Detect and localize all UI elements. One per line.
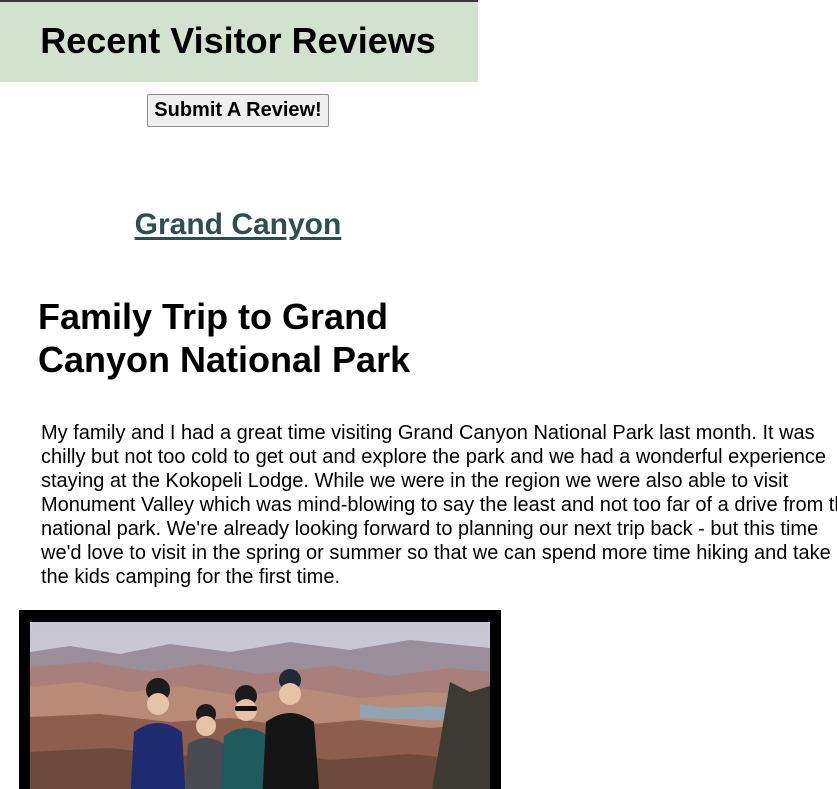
- page: Recent Visitor Reviews Submit A Review! …: [0, 0, 837, 789]
- submit-review-button[interactable]: Submit A Review!: [147, 94, 329, 127]
- park-name-link[interactable]: Grand Canyon: [0, 207, 476, 243]
- review-photo: [30, 622, 490, 789]
- header-band: Recent Visitor Reviews: [0, 2, 478, 82]
- review-body: My family and I had a great time visitin…: [41, 422, 837, 588]
- page-title: Recent Visitor Reviews: [40, 20, 436, 61]
- family-photo-illustration: [30, 622, 490, 789]
- review-photo-frame: [19, 610, 501, 789]
- review-title: Family Trip to Grand Canyon National Par…: [38, 296, 411, 380]
